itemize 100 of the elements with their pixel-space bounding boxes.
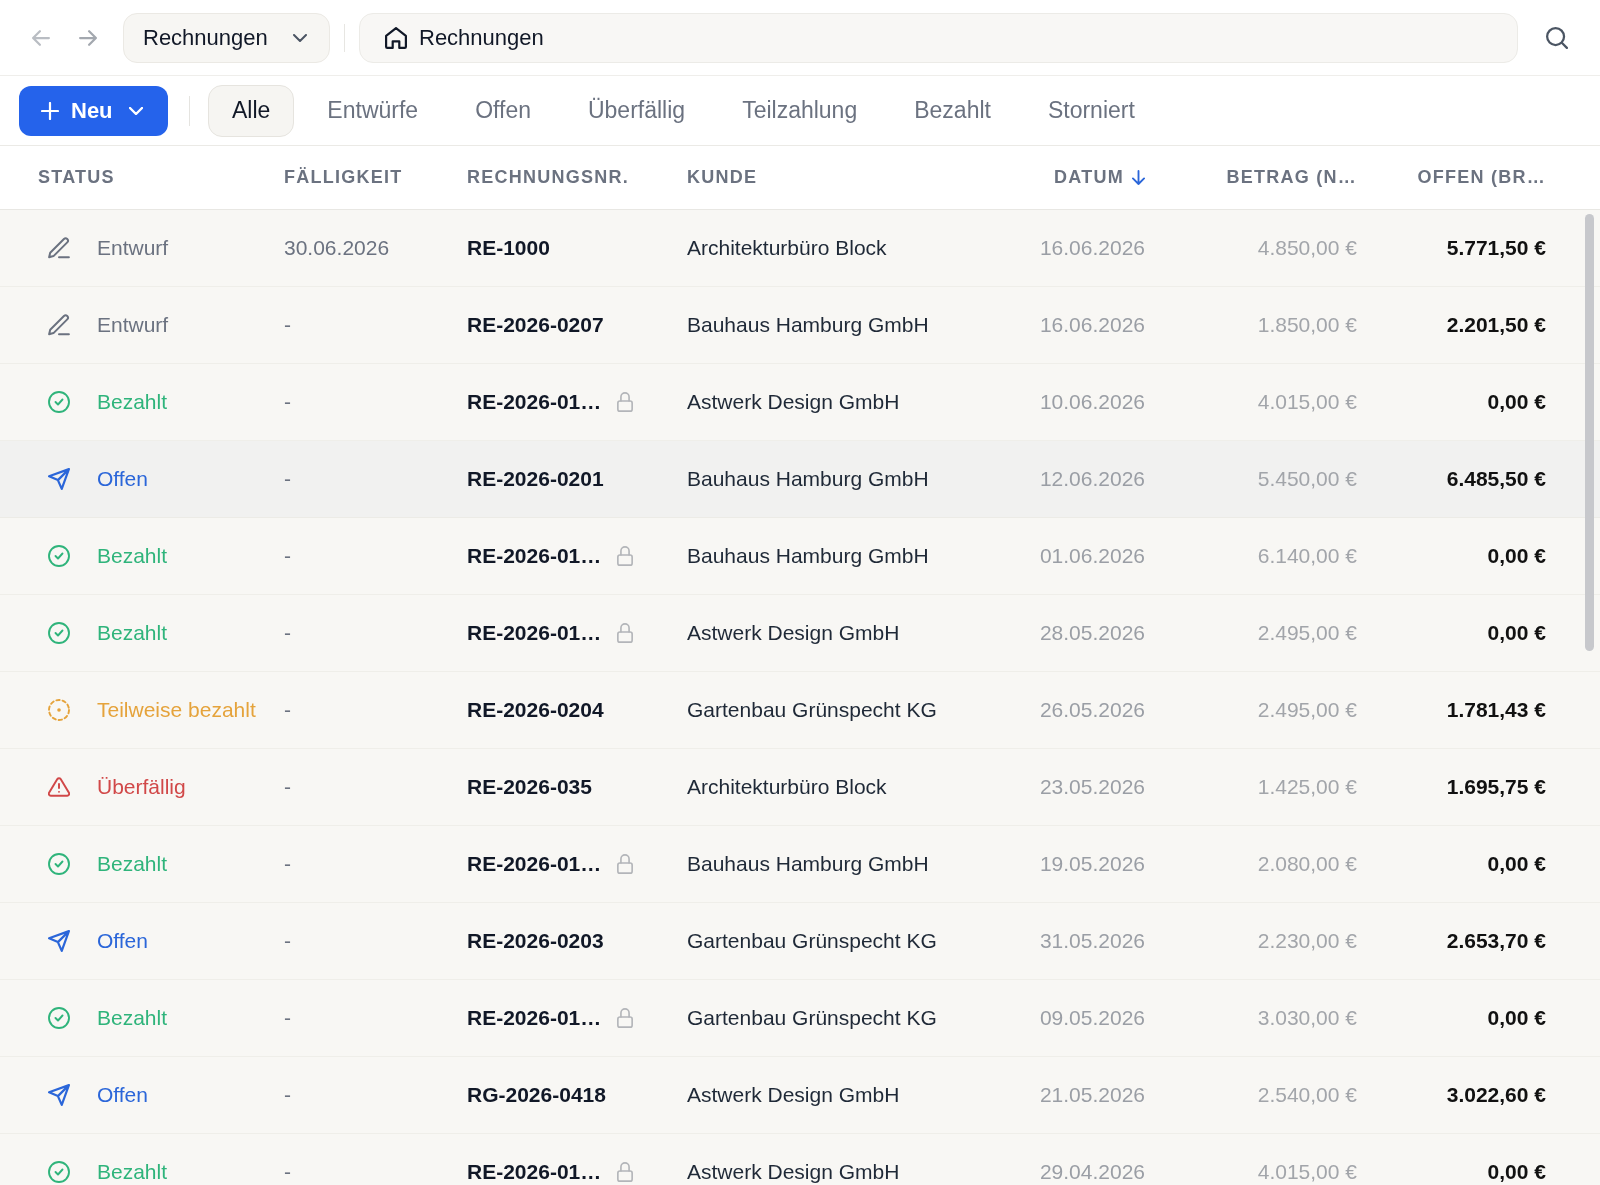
customer-name: Gartenbau Grünspecht KG: [687, 928, 937, 955]
invoice-number: RE-2026-0207: [467, 312, 604, 339]
paper-plane-icon: [48, 1084, 70, 1106]
column-header[interactable]: DATUM: [1054, 164, 1124, 191]
invoice-number: RE-1000: [467, 235, 550, 262]
paper-plane-icon: [48, 468, 70, 490]
breadcrumb-bar[interactable]: Rechnungen: [359, 12, 1518, 63]
status-label: Entwurf: [97, 235, 169, 262]
due-date: -: [284, 928, 291, 955]
due-date: -: [284, 389, 291, 416]
net-amount: 1.850,00 €: [1257, 312, 1357, 339]
invoice-date: 09.05.2026: [1039, 1005, 1145, 1032]
filter-tab[interactable]: Bezahlt: [890, 84, 1015, 137]
due-date: -: [284, 774, 291, 801]
customer-name: Astwerk Design GmbH: [687, 620, 900, 647]
search-icon[interactable]: [1546, 26, 1568, 49]
invoice-date: 31.05.2026: [1039, 928, 1145, 955]
status-label: Teilweise bezahlt: [97, 697, 256, 724]
invoice-date: 26.05.2026: [1039, 697, 1145, 724]
open-amount: 1.781,43 €: [1446, 697, 1546, 724]
column-header[interactable]: OFFEN (BR…: [1417, 164, 1546, 191]
invoice-number: RE-2026-0203: [467, 928, 604, 955]
status-label: Bezahlt: [97, 389, 168, 416]
check-circle-icon: [48, 391, 70, 413]
open-amount: 0,00 €: [1487, 851, 1546, 878]
due-date: -: [284, 620, 291, 647]
chevron-down-icon: [128, 106, 143, 115]
invoice-date: 10.06.2026: [1039, 389, 1145, 416]
column-header[interactable]: BETRAG (N…: [1226, 164, 1357, 191]
new-button[interactable]: Neu: [19, 85, 168, 136]
invoice-number: RE-2026-0204: [467, 697, 604, 724]
invoice-date: 29.04.2026: [1039, 1159, 1145, 1185]
status-label: Offen: [97, 928, 148, 955]
net-amount: 2.495,00 €: [1257, 697, 1357, 724]
filter-tab[interactable]: Storniert: [1023, 84, 1159, 137]
filter-tab[interactable]: Teilzahlung: [718, 84, 882, 137]
net-amount: 3.030,00 €: [1257, 1005, 1357, 1032]
scrollbar-thumb[interactable]: [1585, 214, 1594, 651]
customer-name: Bauhaus Hamburg GmbH: [687, 312, 929, 339]
dashed-circle-icon: [48, 699, 70, 721]
column-header[interactable]: RECHNUNGSNR.: [467, 164, 630, 191]
customer-name: Astwerk Design GmbH: [687, 1159, 900, 1185]
filter-tab[interactable]: Überfällig: [563, 84, 710, 137]
open-amount: 5.771,50 €: [1446, 235, 1546, 262]
pencil-icon: [48, 237, 70, 259]
invoice-number: RG-2026-0418: [467, 1082, 606, 1109]
due-date: -: [284, 1159, 291, 1185]
status-label: Überfällig: [97, 774, 186, 801]
invoice-number: RE-2026-01…: [467, 1159, 602, 1185]
invoice-number: RE-2026-01…: [467, 620, 602, 647]
check-circle-icon: [48, 853, 70, 875]
open-amount: 0,00 €: [1487, 620, 1546, 647]
filter-tab[interactable]: Entwürfe: [303, 84, 443, 137]
invoice-date: 21.05.2026: [1039, 1082, 1145, 1109]
arrow-down-icon[interactable]: [1132, 170, 1145, 185]
customer-name: Bauhaus Hamburg GmbH: [687, 851, 929, 878]
status-label: Bezahlt: [97, 1005, 168, 1032]
status-label: Offen: [97, 466, 148, 493]
column-header[interactable]: KUNDE: [687, 164, 758, 191]
filter-tab[interactable]: Alle: [208, 84, 295, 137]
open-amount: 2.653,70 €: [1446, 928, 1546, 955]
customer-name: Astwerk Design GmbH: [687, 1082, 900, 1109]
table-row[interactable]: Offen - RE-2026-0201 Bauhaus Hamburg GmbH 12.06.2026 5.450,00 € 6.485,50 €: [0, 441, 1600, 518]
status-label: Bezahlt: [97, 1159, 168, 1185]
due-date: -: [284, 1005, 291, 1032]
net-amount: 4.850,00 €: [1257, 235, 1357, 262]
warning-triangle-icon: [48, 776, 70, 798]
net-amount: 2.080,00 €: [1257, 851, 1357, 878]
customer-name: Gartenbau Grünspecht KG: [687, 1005, 937, 1032]
status-label: Offen: [97, 1082, 148, 1109]
customer-name: Bauhaus Hamburg GmbH: [687, 466, 929, 493]
breadcrumb-item[interactable]: Rechnungen: [419, 21, 544, 54]
invoice-number: RE-2026-01…: [467, 543, 602, 570]
open-amount: 0,00 €: [1487, 543, 1546, 570]
check-circle-icon: [48, 1007, 70, 1029]
home-icon[interactable]: [385, 26, 407, 49]
net-amount: 2.495,00 €: [1257, 620, 1357, 647]
section-dropdown[interactable]: Rechnungen: [123, 12, 330, 63]
invoice-date: 16.06.2026: [1039, 235, 1145, 262]
filter-tab[interactable]: Offen: [451, 84, 555, 137]
net-amount: 1.425,00 €: [1257, 774, 1357, 801]
column-header[interactable]: STATUS: [38, 164, 115, 191]
due-date: -: [284, 1082, 291, 1109]
status-label: Bezahlt: [97, 543, 168, 570]
open-amount: 0,00 €: [1487, 1005, 1546, 1032]
customer-name: Bauhaus Hamburg GmbH: [687, 543, 929, 570]
net-amount: 5.450,00 €: [1257, 466, 1357, 493]
check-circle-icon: [48, 622, 70, 644]
customer-name: Architekturbüro Block: [687, 235, 887, 262]
net-amount: 2.230,00 €: [1257, 928, 1357, 955]
status-label: Bezahlt: [97, 851, 168, 878]
due-date: -: [284, 851, 291, 878]
invoice-date: 28.05.2026: [1039, 620, 1145, 647]
invoice-number: RE-2026-01…: [467, 851, 602, 878]
invoice-number: RE-2026-0201: [467, 466, 604, 493]
pencil-icon: [48, 314, 70, 336]
column-header[interactable]: FÄLLIGKEIT: [284, 164, 403, 191]
invoice-date: 01.06.2026: [1039, 543, 1145, 570]
open-amount: 2.201,50 €: [1446, 312, 1546, 339]
customer-name: Gartenbau Grünspecht KG: [687, 697, 937, 724]
